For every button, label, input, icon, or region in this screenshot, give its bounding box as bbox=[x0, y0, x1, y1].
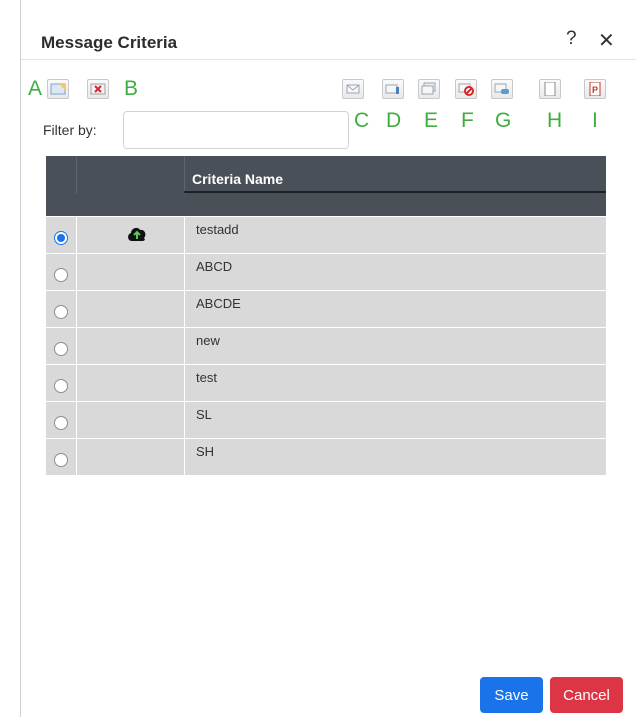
message-stack-button[interactable] bbox=[418, 79, 440, 99]
message-block-button[interactable] bbox=[455, 79, 477, 99]
filter-input[interactable] bbox=[123, 111, 349, 149]
annotation-label-a: A bbox=[28, 77, 43, 100]
message-link-button[interactable] bbox=[491, 79, 513, 99]
row-radio-selected[interactable] bbox=[54, 231, 68, 245]
row-radio[interactable] bbox=[54, 342, 68, 356]
table-row[interactable]: SL bbox=[46, 401, 606, 438]
message-stack-icon bbox=[421, 82, 436, 95]
pdf-page-icon: P bbox=[589, 82, 601, 96]
pdf-page-button[interactable]: P bbox=[584, 79, 606, 99]
criteria-name-column-header[interactable]: Criteria Name bbox=[192, 171, 283, 187]
table-row[interactable]: SH bbox=[46, 438, 606, 475]
criteria-table: Criteria Name testadd ABCD ABCDE new tes… bbox=[46, 156, 606, 475]
help-button[interactable]: ? bbox=[566, 28, 577, 50]
close-button[interactable]: ✕ bbox=[598, 28, 615, 53]
add-criteria-icon bbox=[50, 83, 66, 95]
message-info-icon bbox=[385, 84, 399, 94]
annotation-label-c: C bbox=[354, 109, 370, 132]
message-criteria-dialog: Message Criteria ? ✕ A B C D E F G H I P… bbox=[20, 0, 636, 717]
criteria-name: SL bbox=[196, 407, 212, 422]
row-radio[interactable] bbox=[54, 305, 68, 319]
annotation-label-h: H bbox=[547, 109, 563, 132]
svg-text:P: P bbox=[592, 85, 598, 95]
dialog-header: Message Criteria ? ✕ bbox=[21, 0, 636, 60]
criteria-name: testadd bbox=[196, 222, 239, 237]
annotation-label-i: I bbox=[592, 109, 598, 132]
table-row[interactable]: new bbox=[46, 327, 606, 364]
message-link-icon bbox=[494, 83, 509, 94]
blank-page-button[interactable] bbox=[539, 79, 561, 99]
message-info-button[interactable] bbox=[382, 79, 404, 99]
row-radio[interactable] bbox=[54, 268, 68, 282]
message-button[interactable] bbox=[342, 79, 364, 99]
add-criteria-button[interactable] bbox=[47, 79, 69, 99]
table-row[interactable]: testadd bbox=[46, 216, 606, 253]
dialog-title: Message Criteria bbox=[41, 33, 178, 52]
criteria-name: ABCD bbox=[196, 259, 233, 274]
annotation-label-d: D bbox=[386, 109, 402, 132]
table-header: Criteria Name bbox=[46, 156, 606, 216]
criteria-name: test bbox=[196, 370, 217, 385]
cloud-upload-icon bbox=[128, 227, 146, 241]
delete-criteria-icon bbox=[90, 83, 106, 95]
criteria-name: new bbox=[196, 333, 220, 348]
row-radio[interactable] bbox=[54, 379, 68, 393]
filter-label: Filter by: bbox=[43, 122, 97, 138]
cancel-button[interactable]: Cancel bbox=[550, 677, 623, 713]
delete-criteria-button[interactable] bbox=[87, 79, 109, 99]
annotation-label-e: E bbox=[424, 109, 439, 132]
save-button[interactable]: Save bbox=[480, 677, 543, 713]
table-row[interactable]: test bbox=[46, 364, 606, 401]
row-radio[interactable] bbox=[54, 453, 68, 467]
annotation-label-b: B bbox=[124, 77, 139, 100]
criteria-name: ABCDE bbox=[196, 296, 241, 311]
table-row[interactable]: ABCD bbox=[46, 253, 606, 290]
message-icon bbox=[346, 84, 360, 94]
criteria-name: SH bbox=[196, 444, 215, 459]
message-block-icon bbox=[458, 83, 474, 96]
row-radio[interactable] bbox=[54, 416, 68, 430]
annotation-label-g: G bbox=[495, 109, 512, 132]
blank-page-icon bbox=[544, 82, 556, 96]
annotation-label-f: F bbox=[461, 109, 474, 132]
table-row[interactable]: ABCDE bbox=[46, 290, 606, 327]
